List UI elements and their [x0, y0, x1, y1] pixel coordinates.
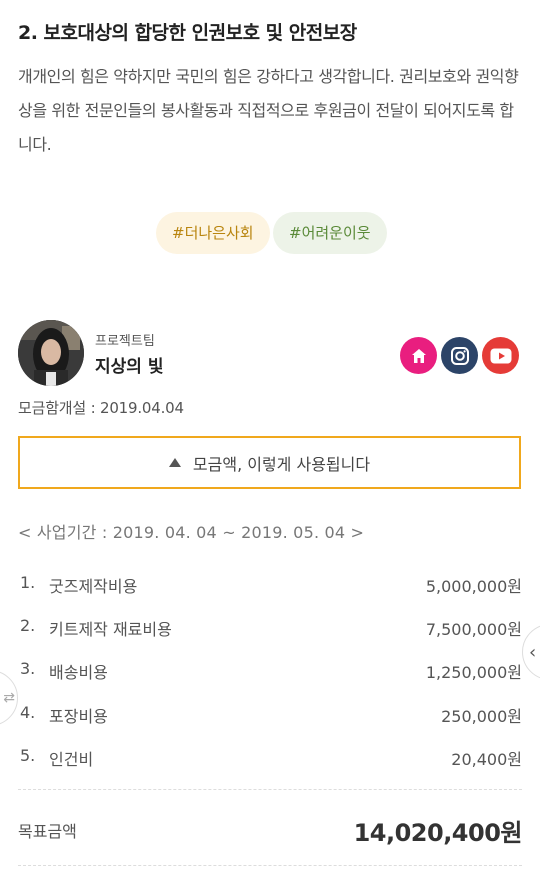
- budget-row: 5. 인건비 20,400원: [18, 746, 522, 772]
- chevron-left-icon[interactable]: ‹: [522, 624, 540, 680]
- swap-icon[interactable]: ⇄: [0, 670, 18, 726]
- fund-usage-toggle-button[interactable]: 모금액, 이렇게 사용됩니다: [18, 436, 521, 489]
- budget-row: 2. 키트제작 재료비용 7,500,000원: [18, 616, 522, 642]
- budget-row-name: 키트제작 재료비용: [49, 620, 172, 639]
- budget-row-number: 2.: [20, 616, 36, 635]
- section-body: 개개인의 힘은 약하지만 국민의 힘은 강하다고 생각합니다. 권리보호와 권익…: [18, 67, 519, 154]
- budget-row-name: 포장비용: [49, 707, 108, 726]
- budget-row-number: 4.: [20, 703, 36, 722]
- team-avatar[interactable]: [18, 320, 84, 386]
- section-title: 2. 보호대상의 합당한 인권보호 및 안전보장: [18, 22, 357, 44]
- tag-better-society[interactable]: #더나은사회: [156, 212, 270, 254]
- tag-neighbors-in-need[interactable]: #어려운이웃: [273, 212, 387, 254]
- budget-row-amount: 1,250,000원: [425, 663, 522, 682]
- budget-row-number: 3.: [20, 659, 36, 678]
- fund-opened-date: 모금함개설 : 2019.04.04: [18, 399, 184, 417]
- caret-up-icon: [168, 458, 181, 467]
- divider: [18, 865, 522, 866]
- budget-row-amount: 20,400원: [451, 750, 522, 769]
- budget-row-name: 인건비: [49, 750, 94, 769]
- budget-row-name: 배송비용: [49, 663, 108, 682]
- project-period: < 사업기간 : 2019. 04. 04 ~ 2019. 05. 04 >: [18, 523, 365, 542]
- youtube-icon[interactable]: [482, 337, 519, 374]
- budget-row-amount: 5,000,000원: [425, 577, 522, 596]
- team-name[interactable]: 지상의 빛: [95, 352, 163, 377]
- budget-row-amount: 7,500,000원: [425, 620, 522, 639]
- budget-row-name: 굿즈제작비용: [49, 577, 138, 596]
- home-icon[interactable]: [400, 337, 437, 374]
- budget-row: 1. 굿즈제작비용 5,000,000원: [18, 573, 522, 599]
- team-label: 프로젝트팀: [95, 334, 155, 349]
- budget-row-number: 5.: [20, 746, 36, 765]
- instagram-icon[interactable]: [441, 337, 478, 374]
- budget-row: 4. 포장비용 250,000원: [18, 703, 522, 729]
- budget-row: 3. 배송비용 1,250,000원: [18, 659, 522, 685]
- target-amount-value: 14,020,400원: [353, 819, 523, 847]
- fund-usage-label: 모금액, 이렇게 사용됩니다: [192, 454, 371, 474]
- budget-row-amount: 250,000원: [441, 707, 522, 726]
- target-amount-label: 목표금액: [18, 822, 77, 841]
- divider: [18, 789, 522, 790]
- budget-row-number: 1.: [20, 573, 36, 592]
